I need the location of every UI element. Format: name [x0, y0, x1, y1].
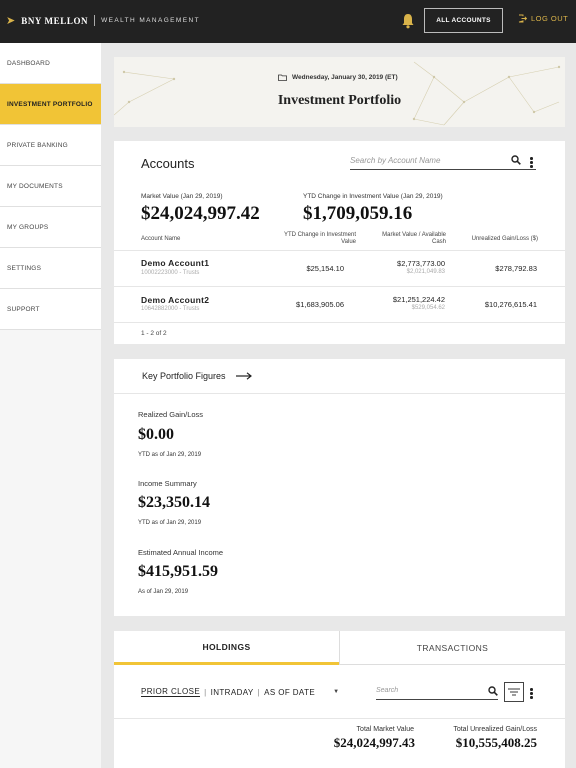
brand-logo[interactable]: ➤ BNY MELLON WEALTH MANAGEMENT: [6, 14, 200, 27]
folder-icon: [278, 74, 287, 81]
unrealized-gain-cell: $278,792.83: [495, 264, 537, 273]
figure-date: YTD as of Jan 29, 2019: [138, 520, 202, 526]
total-market-value: $24,024,997.43: [333, 735, 415, 750]
figure-value: $415,951.59: [138, 563, 218, 580]
more-options-icon[interactable]: [530, 688, 533, 700]
sidebar-item-my-groups[interactable]: MY GROUPS: [0, 207, 101, 248]
figure-label: Realized Gain/Loss: [138, 410, 204, 419]
sidebar-item-my-documents[interactable]: MY DOCUMENTS: [0, 166, 101, 207]
key-figures-link[interactable]: Key Portfolio Figures: [142, 371, 252, 381]
unrealized-gain-cell: $10,276,615.41: [484, 300, 537, 309]
chevron-down-icon[interactable]: ▼: [333, 689, 339, 695]
sidebar: DASHBOARD INVESTMENT PORTFOLIO PRIVATE B…: [0, 43, 101, 768]
filter-separator: |: [204, 687, 207, 697]
logout-icon: [518, 14, 527, 23]
page-title: Investment Portfolio: [277, 93, 402, 108]
filter-icon: [508, 688, 520, 696]
market-value-cell: $2,773,773.00: [397, 259, 445, 268]
ytd-change-cell: $25,154.10: [306, 264, 344, 273]
network-decoration: [114, 61, 561, 126]
filter-button[interactable]: [504, 682, 524, 702]
figure-label: Estimated Annual Income: [138, 548, 224, 557]
col-mv-line2: Cash: [431, 239, 446, 246]
logout-label: LOG OUT: [531, 14, 569, 23]
logout-button[interactable]: LOG OUT: [518, 14, 568, 23]
holdings-search-input[interactable]: Search: [376, 684, 498, 700]
sidebar-item-investment-portfolio[interactable]: INVESTMENT PORTFOLIO: [0, 84, 101, 125]
tab-holdings[interactable]: HOLDINGS: [114, 631, 339, 665]
market-value: $24,024,997.42: [141, 203, 260, 224]
figure-value: $23,350.14: [138, 494, 210, 511]
figure-date: YTD as of Jan 29, 2019: [138, 452, 202, 458]
col-unrealized-gain[interactable]: Unrealized Gain/Loss ($): [452, 236, 538, 243]
ytd-change-cell: $1,683,905.06: [296, 300, 344, 309]
search-icon[interactable]: [488, 686, 498, 696]
brand-arrow-icon: ➤: [6, 15, 16, 27]
account-search-input[interactable]: Search by Account Name: [350, 154, 536, 170]
col-ytd-line1: YTD Change in Investment: [283, 232, 356, 238]
top-bar: ➤ BNY MELLON WEALTH MANAGEMENT ALL ACCOU…: [0, 0, 576, 43]
more-options-icon[interactable]: [530, 157, 533, 169]
col-market-value[interactable]: Market Value / Available Cash: [364, 232, 446, 246]
filter-prior-close[interactable]: PRIOR CLOSE: [141, 687, 201, 697]
account-number: 10002223000 - Trusts: [141, 270, 200, 276]
figure-label: Income Summary: [138, 479, 197, 488]
market-value-cell: $21,251,224.42: [392, 295, 445, 304]
accounts-card: Accounts Search by Account Name Market V…: [114, 141, 565, 344]
holdings-card: HOLDINGS TRANSACTIONS PRIOR CLOSE | INTR…: [114, 631, 565, 768]
brand-name: BNY MELLON: [21, 15, 89, 26]
current-date: Wednesday, January 30, 2019 (ET): [278, 74, 398, 81]
account-number: 10642882000 - Trusts: [141, 306, 200, 312]
all-accounts-button[interactable]: ALL ACCOUNTS: [424, 8, 503, 33]
bell-icon[interactable]: [401, 13, 415, 29]
sidebar-item-dashboard[interactable]: DASHBOARD: [0, 43, 101, 84]
available-cash-cell: $529,054.62: [411, 305, 445, 311]
col-ytd-change[interactable]: YTD Change in Investment Value: [274, 232, 356, 246]
total-unrealized-gain: $10,555,408.25: [455, 735, 537, 750]
key-figures-card: Key Portfolio Figures Realized Gain/Loss…: [114, 359, 565, 616]
arrow-right-icon: [235, 372, 252, 380]
available-cash-cell: $2,021,049.83: [406, 269, 445, 275]
filter-intraday[interactable]: INTRADAY: [211, 688, 254, 697]
portfolio-hero-banner: Wednesday, January 30, 2019 (ET) Investm…: [114, 57, 565, 127]
sidebar-item-support[interactable]: SUPPORT: [0, 289, 101, 330]
col-mv-line1: Market Value / Available: [382, 232, 446, 238]
accounts-title: Accounts: [141, 156, 195, 171]
sidebar-item-settings[interactable]: SETTINGS: [0, 248, 101, 289]
row-divider: [114, 250, 565, 251]
ytd-change-value: $1,709,059.16: [303, 203, 413, 224]
divider: [114, 718, 565, 719]
total-market-value-label: Total Market Value: [356, 726, 414, 733]
sidebar-item-private-banking[interactable]: PRIVATE BANKING: [0, 125, 101, 166]
figure-value: $0.00: [138, 426, 174, 443]
price-filter-group: PRIOR CLOSE | INTRADAY | AS OF DATE ▼: [141, 687, 339, 697]
brand-subtitle: WEALTH MANAGEMENT: [101, 17, 200, 24]
market-value-label: Market Value (Jan 29, 2019): [141, 193, 223, 200]
tab-transactions[interactable]: TRANSACTIONS: [339, 631, 565, 665]
total-unrealized-gain-label: Total Unrealized Gain/Loss: [453, 726, 537, 733]
filter-separator: |: [257, 687, 261, 697]
filter-as-of-date[interactable]: AS OF DATE: [264, 688, 315, 697]
col-ytd-line2: Value: [341, 239, 356, 246]
date-text: Wednesday, January 30, 2019 (ET): [292, 74, 398, 81]
search-icon[interactable]: [511, 155, 521, 165]
row-divider: [114, 322, 565, 323]
key-figures-title: Key Portfolio Figures: [142, 371, 226, 381]
ytd-change-label: YTD Change in Investment Value (Jan 29, …: [303, 193, 443, 200]
divider: [114, 393, 565, 394]
col-account-name[interactable]: Account Name: [141, 236, 180, 243]
brand-divider: [94, 15, 96, 26]
row-divider: [114, 286, 565, 287]
account-name[interactable]: Demo Account2: [141, 295, 209, 305]
pagination-info: 1 - 2 of 2: [141, 330, 167, 337]
figure-date: As of Jan 29, 2019: [138, 589, 189, 595]
account-name[interactable]: Demo Account1: [141, 258, 209, 268]
